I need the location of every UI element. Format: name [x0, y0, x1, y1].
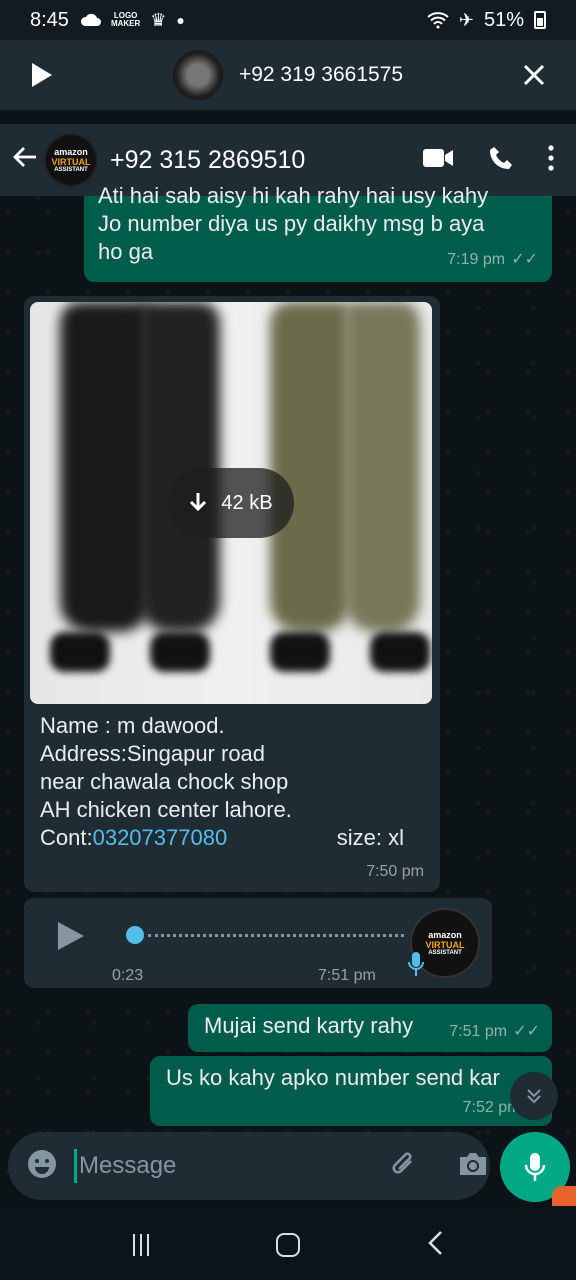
more-options-icon[interactable] — [548, 144, 554, 176]
voice-waveform[interactable] — [148, 934, 404, 937]
message-incoming-voice-note: 0:23 7:51 pm amazon VIRTUAL ASSISTANT — [24, 898, 492, 988]
message-time: 7:51 pm — [318, 967, 376, 984]
overlay-badge-icon — [552, 1186, 576, 1206]
message-composer — [8, 1132, 490, 1200]
notification-dot-icon: ● — [176, 12, 185, 28]
download-icon — [190, 493, 207, 512]
call-avatar — [172, 50, 223, 100]
recents-icon[interactable] — [133, 1234, 150, 1256]
back-arrow-icon[interactable] — [12, 143, 42, 177]
battery-icon — [534, 11, 546, 29]
play-icon[interactable] — [24, 57, 60, 93]
message-time: 7:51 pm — [449, 1023, 508, 1040]
blurred-image-preview[interactable]: 42 kB — [30, 302, 432, 704]
call-number: +92 319 3661575 — [238, 63, 404, 86]
double-check-icon: ✓✓ — [513, 1023, 540, 1040]
message-time: 7:19 pm — [447, 251, 506, 268]
mic-icon — [524, 1153, 546, 1181]
image-content — [345, 302, 420, 632]
image-content — [150, 632, 210, 672]
image-caption: Name : m dawood. Address:Singapur road n… — [40, 713, 404, 850]
message-text: Us ko kahy apko number send kar — [166, 1065, 500, 1090]
wifi-icon — [427, 12, 449, 29]
scroll-to-bottom-button[interactable] — [510, 1072, 558, 1120]
message-text: Mujai send karty rahy — [204, 1013, 414, 1038]
size-text: size: xl — [336, 825, 404, 850]
image-content — [50, 632, 110, 672]
home-icon[interactable] — [275, 1233, 300, 1257]
mic-icon — [406, 950, 426, 978]
download-button[interactable]: 42 kB — [168, 468, 294, 538]
phone-link[interactable]: 03207377080 — [93, 825, 228, 850]
logo-maker-badge: LOGO MAKER — [110, 11, 141, 28]
download-size: 42 kB — [221, 492, 273, 514]
image-content — [270, 302, 350, 632]
message-time: 7:50 pm — [366, 863, 424, 880]
image-content — [140, 302, 220, 632]
ongoing-call-banner[interactable]: +92 319 3661575 — [0, 40, 576, 110]
cloud-icon — [80, 13, 101, 26]
play-icon[interactable] — [56, 920, 86, 959]
voice-duration: 0:23 — [112, 967, 144, 984]
voice-call-icon[interactable] — [488, 145, 514, 176]
close-icon[interactable] — [516, 57, 552, 93]
contact-name[interactable]: +92 315 2869510 — [110, 146, 422, 175]
contact-avatar[interactable]: amazon VIRTUAL ASSISTANT — [44, 133, 98, 187]
message-outgoing[interactable]: Us ko kahy apko number send kar 7:52 pm … — [150, 1056, 552, 1126]
attach-icon[interactable] — [389, 1149, 419, 1184]
system-nav-bar — [0, 1210, 576, 1280]
crown-icon: ♛ — [150, 9, 167, 30]
status-bar: 8:45 LOGO MAKER ♛ ● ✈ 51% — [0, 0, 576, 40]
message-outgoing[interactable]: Mujai send karty rahy 7:51 pm ✓✓ — [188, 1004, 552, 1052]
image-content — [370, 632, 430, 672]
back-nav-icon[interactable] — [427, 1230, 443, 1261]
emoji-icon[interactable] — [26, 1148, 58, 1185]
battery-percent: 51% — [483, 8, 524, 31]
double-check-icon: ✓✓ — [511, 251, 538, 268]
image-content — [270, 632, 330, 672]
message-incoming-image[interactable]: 42 kB Name : m dawood. Address:Singapur … — [24, 296, 440, 892]
camera-icon[interactable] — [457, 1150, 489, 1183]
status-time: 8:45 — [30, 8, 69, 31]
message-input[interactable] — [74, 1149, 389, 1183]
airplane-icon: ✈ — [458, 9, 474, 30]
video-call-icon[interactable] — [422, 147, 454, 174]
chevron-double-down-icon — [527, 1089, 541, 1104]
voice-seek-handle[interactable] — [126, 926, 144, 944]
image-content — [60, 302, 150, 632]
message-outgoing[interactable]: Ati hai sab aisy hi kah rahy hai usy kah… — [84, 183, 552, 282]
